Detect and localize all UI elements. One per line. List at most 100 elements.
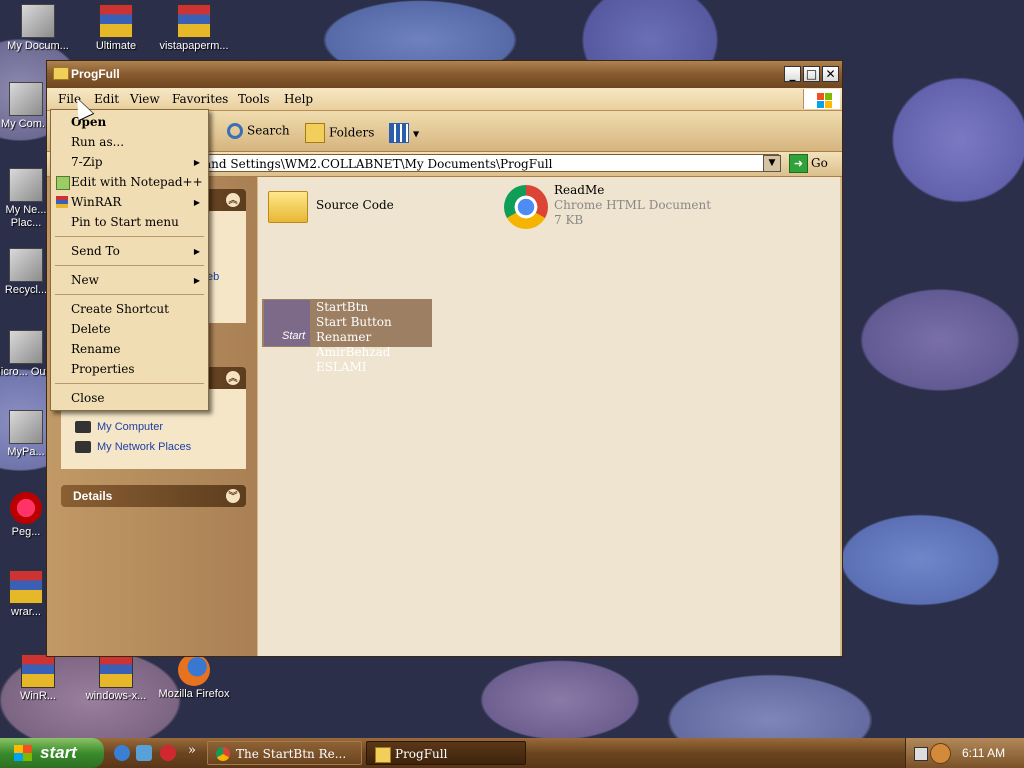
desktop-icon-winrar[interactable]: WinR... xyxy=(2,654,74,703)
file-item-startbtn[interactable]: Start StartBtn Start Button Renamer Amir… xyxy=(262,299,432,374)
views-icon xyxy=(389,123,409,143)
pegasus-icon xyxy=(10,492,42,524)
menu-bar: File Edit View Favorites Tools Help xyxy=(47,88,842,111)
network-icon xyxy=(9,168,43,202)
folder-icon xyxy=(268,191,308,223)
chrome-icon xyxy=(504,185,548,229)
submenu-arrow-icon: ▶ xyxy=(193,276,200,285)
menu-separator xyxy=(55,236,204,237)
file-item-source-code[interactable]: Source Code xyxy=(266,185,466,229)
file-size: 7 KB xyxy=(554,213,584,227)
menu-pin-start[interactable]: Pin to Start menu xyxy=(71,215,179,229)
taskbar-button-startbtn-chrome[interactable]: The StartBtn Re... xyxy=(207,741,362,765)
quicklaunch-ie-icon[interactable] xyxy=(114,745,130,761)
winrar-archive-icon xyxy=(9,570,43,604)
computer-icon xyxy=(9,82,43,116)
desktop-icon-ultimate[interactable]: Ultimate xyxy=(80,4,152,53)
chevron-down-icon: ▼ xyxy=(413,129,420,139)
menu-tools[interactable]: Tools xyxy=(238,92,270,106)
address-dropdown-button[interactable]: ▼ xyxy=(763,155,781,172)
notepad-plus-plus-icon xyxy=(56,176,70,190)
address-input[interactable]: and Settings\WM2.COLLABNET\My Documents\… xyxy=(197,154,779,172)
submenu-arrow-icon: ▶ xyxy=(193,198,200,207)
tray-expand-icon[interactable] xyxy=(930,743,951,764)
collapse-icon[interactable]: ︽ xyxy=(226,371,240,385)
task-panel-header-details[interactable]: Details ︾ xyxy=(61,485,246,507)
file-name: Source Code xyxy=(316,198,394,212)
search-button[interactable]: Search xyxy=(227,123,290,139)
menu-help[interactable]: Help xyxy=(284,92,313,106)
title-bar[interactable]: ProgFull _ □ ✕ xyxy=(47,61,842,88)
menu-new[interactable]: New xyxy=(71,273,99,287)
folders-button[interactable]: Folders xyxy=(305,123,374,143)
menu-edit[interactable]: Edit xyxy=(94,92,119,106)
menu-create-shortcut[interactable]: Create Shortcut xyxy=(71,302,169,316)
file-type: Chrome HTML Document xyxy=(554,198,712,212)
menu-view[interactable]: View xyxy=(130,92,160,106)
menu-run-as[interactable]: Run as... xyxy=(71,135,124,149)
outlook-icon xyxy=(9,330,43,364)
menu-delete[interactable]: Delete xyxy=(71,322,111,336)
menu-edit-notepadpp[interactable]: Edit with Notepad++ xyxy=(71,175,203,189)
clock[interactable]: 6:11 AM xyxy=(962,738,1005,768)
views-button[interactable]: ▼ xyxy=(389,123,419,143)
winrar-archive-icon xyxy=(21,654,55,688)
recycle-bin-icon xyxy=(9,248,43,282)
computer-icon xyxy=(75,421,91,434)
close-button[interactable]: ✕ xyxy=(822,66,839,82)
start-button-renamer-icon: Start xyxy=(264,300,310,346)
winrar-archive-icon xyxy=(99,654,133,688)
quicklaunch-overflow-button[interactable]: » xyxy=(188,743,196,758)
go-arrow-icon: ➜ xyxy=(789,154,808,173)
menu-winrar[interactable]: WinRAR xyxy=(71,195,121,209)
system-tray: 6:11 AM xyxy=(905,738,1024,768)
taskbar: start » The StartBtn Re... ProgFull 6:11… xyxy=(0,738,1024,768)
search-icon xyxy=(227,123,243,139)
submenu-arrow-icon: ▶ xyxy=(193,158,200,167)
keyboard-icon[interactable] xyxy=(914,747,928,761)
windows-logo-icon xyxy=(803,89,840,109)
window-title: ProgFull xyxy=(71,67,120,81)
menu-7zip[interactable]: 7-Zip xyxy=(71,155,103,169)
menu-send-to[interactable]: Send To xyxy=(71,244,120,258)
link-my-network-places[interactable]: My Network Places xyxy=(75,441,191,454)
taskbar-button-progfull[interactable]: ProgFull xyxy=(366,741,526,765)
shortcut-icon xyxy=(9,410,43,444)
winrar-archive-icon xyxy=(99,4,133,38)
file-name: StartBtn xyxy=(316,300,369,314)
folder-icon xyxy=(375,747,391,763)
chrome-icon xyxy=(216,747,230,761)
menu-favorites[interactable]: Favorites xyxy=(172,92,228,106)
winrar-icon xyxy=(56,196,68,208)
minimize-button[interactable]: _ xyxy=(784,66,801,82)
go-button[interactable]: ➜ Go xyxy=(789,154,828,173)
menu-rename[interactable]: Rename xyxy=(71,342,121,356)
menu-properties[interactable]: Properties xyxy=(71,362,134,376)
firefox-icon xyxy=(178,654,210,686)
desktop-icon-firefox[interactable]: Mozilla Firefox xyxy=(158,654,230,701)
start-button[interactable]: start xyxy=(0,738,104,768)
submenu-arrow-icon: ▶ xyxy=(193,247,200,256)
desktop-icon-windows-x[interactable]: windows-x... xyxy=(80,654,152,703)
quicklaunch-opera-icon[interactable] xyxy=(160,745,176,761)
quicklaunch-show-desktop-icon[interactable] xyxy=(136,745,152,761)
desktop-icon-vistapaper[interactable]: vistapaperm... xyxy=(158,4,230,53)
file-dropdown-menu: Open Run as... 7-Zip ▶ Edit with Notepad… xyxy=(50,109,209,411)
file-item-readme[interactable]: ReadMe Chrome HTML Document 7 KB xyxy=(502,183,722,231)
folders-icon xyxy=(305,123,325,143)
file-type: Start Button Renamer xyxy=(316,315,392,344)
file-name: ReadMe xyxy=(554,183,605,197)
file-list: Source Code ReadMe Chrome HTML Document … xyxy=(258,177,840,656)
file-author: AmirBehzad ESLAMI xyxy=(316,345,391,374)
folder-icon xyxy=(53,67,69,80)
desktop-icon-my-documents[interactable]: My Docum... xyxy=(2,4,74,53)
network-icon xyxy=(75,441,91,454)
menu-close[interactable]: Close xyxy=(71,391,105,405)
windows-logo-icon xyxy=(14,745,32,761)
maximize-button[interactable]: □ xyxy=(803,66,820,82)
menu-separator xyxy=(55,265,204,266)
expand-icon[interactable]: ︾ xyxy=(226,489,240,503)
collapse-icon[interactable]: ︽ xyxy=(226,193,240,207)
menu-separator xyxy=(55,383,204,384)
link-my-computer[interactable]: My Computer xyxy=(75,421,163,434)
